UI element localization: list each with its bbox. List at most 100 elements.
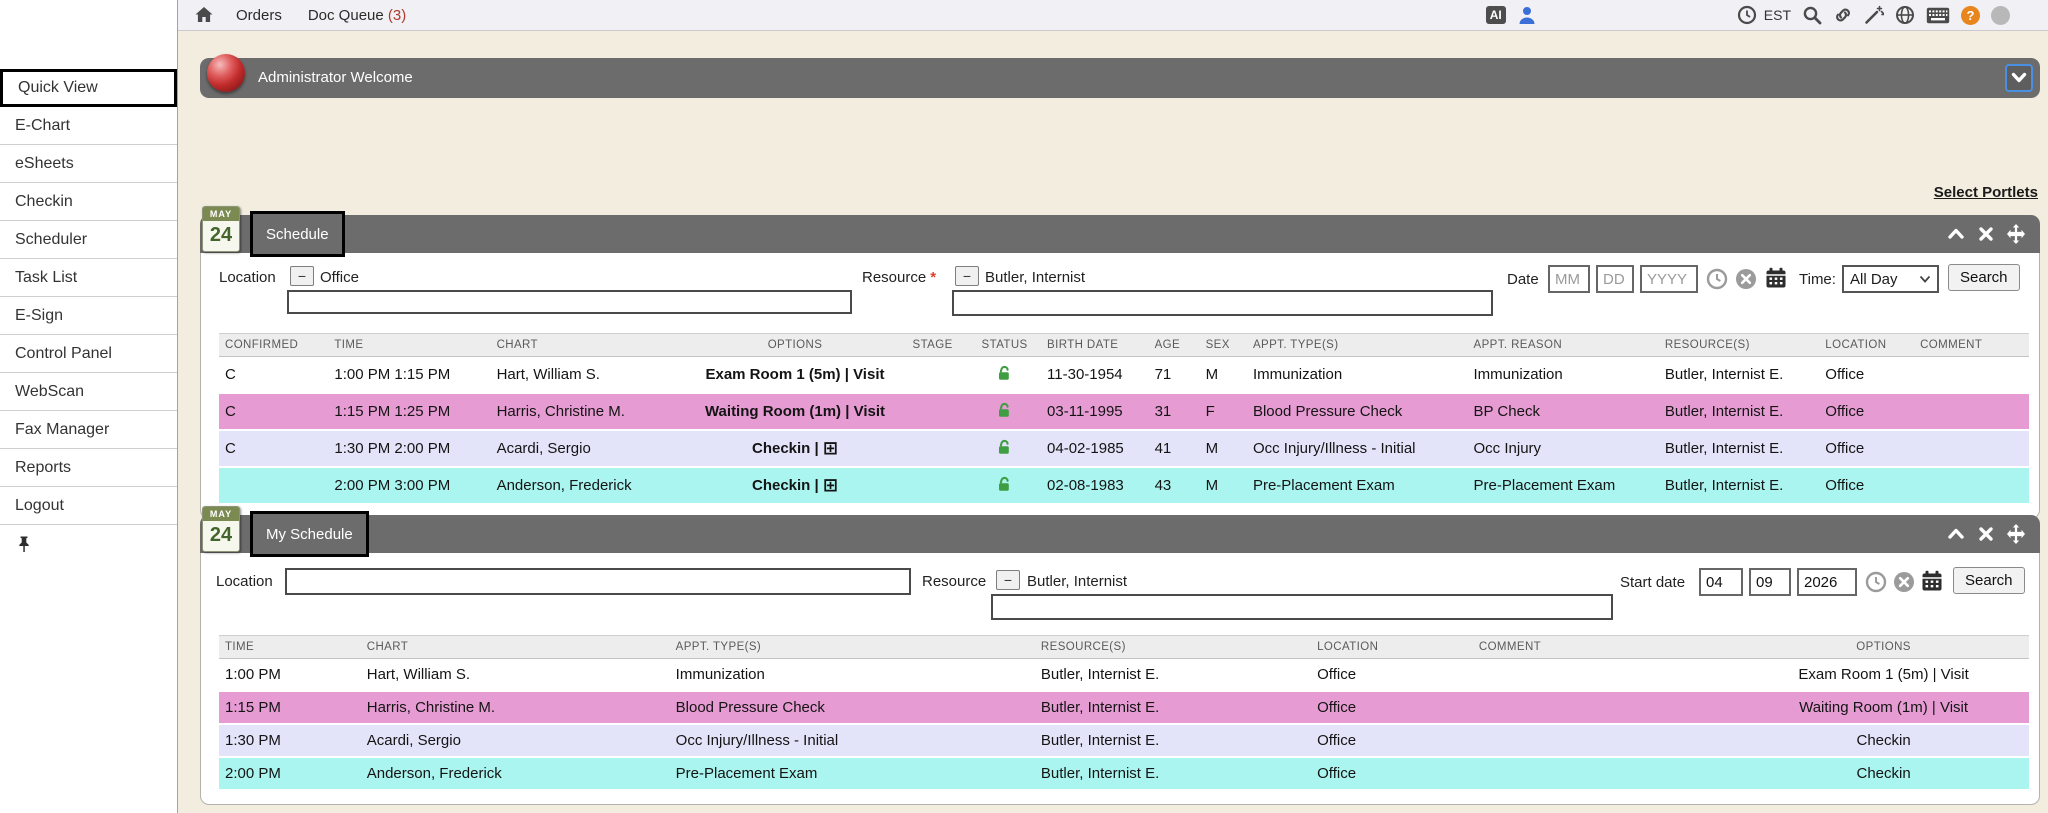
clock-icon[interactable] — [1737, 5, 1757, 25]
date-month-input[interactable] — [1548, 265, 1590, 293]
cell-options: Checkin | ⊞ — [693, 467, 897, 504]
option-waiting-room-1m[interactable]: Waiting Room (1m) — [705, 403, 841, 420]
collapse-icon[interactable] — [1946, 224, 1966, 244]
sidebar-item-checkin[interactable]: Checkin — [0, 183, 177, 221]
nav-doc-queue[interactable]: Doc Queue (3) — [308, 7, 406, 24]
start-date-month-input[interactable] — [1699, 568, 1743, 596]
resource-remove-button[interactable]: − — [996, 570, 1020, 590]
schedule-search-button[interactable]: Search — [1948, 264, 2020, 291]
sidebar-item-fax-manager[interactable]: Fax Manager — [0, 411, 177, 449]
select-portlets-link[interactable]: Select Portlets — [1934, 184, 2038, 201]
ai-badge[interactable]: AI — [1486, 6, 1506, 24]
resource-label: Resource* — [862, 269, 936, 286]
unlocked-lock-icon[interactable] — [996, 364, 1013, 381]
time-picker-clock-icon[interactable] — [1865, 571, 1887, 593]
cell-age: 71 — [1149, 357, 1200, 394]
resource-input[interactable] — [952, 290, 1493, 316]
option-waiting-room-1m-visit[interactable]: Waiting Room (1m) | Visit — [1799, 699, 1968, 716]
topbar-right-icons: AI EST — [1486, 5, 2010, 25]
calendar-picker-icon[interactable] — [1765, 267, 1787, 289]
location-input[interactable] — [285, 568, 911, 595]
move-icon[interactable] — [2006, 224, 2026, 244]
cell-stage — [897, 393, 968, 430]
wand-icon[interactable] — [1864, 5, 1884, 25]
option-exam-room-1-5m[interactable]: Exam Room 1 (5m) — [705, 366, 840, 383]
my-schedule-portlet-header[interactable]: MAY 24 My Schedule — [200, 515, 2040, 553]
my-schedule-portlet-body: Location Resource − Butler, Internist St… — [200, 553, 2040, 805]
option-exam-room-1-5m-visit[interactable]: Exam Room 1 (5m) | Visit — [1798, 666, 1968, 683]
cell-status — [968, 467, 1041, 504]
schedule-header-controls — [1946, 224, 2026, 244]
schedule-row[interactable]: 2:00 PM 3:00 PMAnderson, FrederickChecki… — [219, 467, 2029, 504]
collapse-icon[interactable] — [1946, 524, 1966, 544]
sidebar-item-task-list[interactable]: Task List — [0, 259, 177, 297]
start-date-year-input[interactable] — [1797, 568, 1857, 596]
date-year-input[interactable] — [1640, 265, 1698, 293]
cell-comment — [1473, 691, 1738, 724]
keyboard-icon[interactable] — [1926, 7, 1950, 24]
link-icon[interactable] — [1833, 5, 1853, 25]
move-icon[interactable] — [2006, 524, 2026, 544]
column-header-time: TIME — [219, 636, 361, 659]
resource-input[interactable] — [991, 594, 1613, 620]
sidebar-item-quick-view[interactable]: Quick View — [0, 69, 177, 107]
sidebar-item-e-sign[interactable]: E-Sign — [0, 297, 177, 335]
option-checkin[interactable]: Checkin — [1856, 732, 1910, 749]
option-visit[interactable]: Visit — [853, 366, 884, 383]
expand-plus-icon[interactable]: ⊞ — [823, 438, 838, 459]
time-select[interactable]: All Day — [1842, 265, 1939, 293]
schedule-portlet-header[interactable]: MAY 24 Schedule — [200, 215, 2040, 253]
calendar-picker-icon[interactable] — [1921, 570, 1943, 592]
clear-date-icon[interactable] — [1735, 268, 1757, 290]
welcome-collapse-button[interactable] — [2005, 64, 2033, 92]
date-day-input[interactable] — [1596, 265, 1634, 293]
my-schedule-row[interactable]: 1:00 PMHart, William S.ImmunizationButle… — [219, 659, 2029, 692]
location-input[interactable] — [287, 290, 852, 314]
option-checkin[interactable]: Checkin — [752, 440, 810, 457]
close-icon[interactable] — [1976, 224, 1996, 244]
close-icon[interactable] — [1976, 524, 1996, 544]
schedule-row[interactable]: C1:00 PM 1:15 PMHart, William S.Exam Roo… — [219, 357, 2029, 394]
sidebar-item-scheduler[interactable]: Scheduler — [0, 221, 177, 259]
user-icon[interactable] — [1517, 5, 1537, 25]
resource-remove-button[interactable]: − — [955, 266, 979, 286]
cell-birth-date: 02-08-1983 — [1041, 467, 1149, 504]
unlocked-lock-icon[interactable] — [996, 401, 1013, 418]
cell-options: Exam Room 1 (5m) | Visit — [1738, 659, 2029, 692]
column-header-comment: COMMENT — [1914, 334, 2029, 357]
sidebar-item-logout[interactable]: Logout — [0, 487, 177, 525]
help-icon[interactable]: ? — [1961, 6, 1980, 25]
sidebar-item-webscan[interactable]: WebScan — [0, 373, 177, 411]
unlocked-lock-icon[interactable] — [996, 438, 1013, 455]
pin-icon[interactable] — [16, 535, 32, 553]
my-schedule-row[interactable]: 2:00 PMAnderson, FrederickPre-Placement … — [219, 757, 2029, 790]
home-icon[interactable] — [194, 5, 214, 25]
schedule-row[interactable]: C1:30 PM 2:00 PMAcardi, SergioCheckin | … — [219, 430, 2029, 467]
sidebar-item-control-panel[interactable]: Control Panel — [0, 335, 177, 373]
my-schedule-search-button[interactable]: Search — [1953, 567, 2025, 594]
sidebar-item-e-chart[interactable]: E-Chart — [0, 107, 177, 145]
cell-location: Office — [1311, 757, 1473, 790]
schedule-row[interactable]: C1:15 PM 1:25 PMHarris, Christine M.Wait… — [219, 393, 2029, 430]
option-checkin[interactable]: Checkin — [1856, 765, 1910, 782]
option-visit[interactable]: Visit — [854, 403, 885, 420]
clear-date-icon[interactable] — [1893, 571, 1915, 593]
cell-confirmed: C — [219, 430, 328, 467]
globe-icon[interactable] — [1895, 5, 1915, 25]
cell-resources: Butler, Internist E. — [1035, 757, 1311, 790]
nav-orders[interactable]: Orders — [236, 7, 282, 24]
time-picker-clock-icon[interactable] — [1706, 268, 1728, 290]
sidebar-item-esheets[interactable]: eSheets — [0, 145, 177, 183]
my-schedule-row[interactable]: 1:15 PMHarris, Christine M.Blood Pressur… — [219, 691, 2029, 724]
unlocked-lock-icon[interactable] — [996, 475, 1013, 492]
cell-chart: Acardi, Sergio — [361, 724, 670, 757]
option-checkin[interactable]: Checkin — [752, 477, 810, 494]
location-remove-button[interactable]: − — [290, 266, 314, 286]
search-icon[interactable] — [1802, 5, 1822, 25]
start-date-day-input[interactable] — [1749, 568, 1791, 596]
select-chevron-icon — [1919, 275, 1931, 283]
expand-plus-icon[interactable]: ⊞ — [823, 475, 838, 496]
sidebar-item-reports[interactable]: Reports — [0, 449, 177, 487]
column-header-confirmed: CONFIRMED — [219, 334, 328, 357]
my-schedule-row[interactable]: 1:30 PMAcardi, SergioOcc Injury/Illness … — [219, 724, 2029, 757]
